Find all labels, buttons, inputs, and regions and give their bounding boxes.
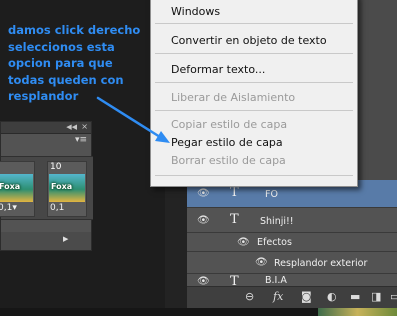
collapse-icon[interactable]: ◀◀ <box>66 123 77 131</box>
tutorial-annotation: damos click derecho seleccionos esta opc… <box>8 22 158 105</box>
animation-frame[interactable]: Foxa 0,1▾ <box>0 161 35 217</box>
eye-icon[interactable]: 👁 <box>255 257 268 268</box>
new-layer-icon[interactable]: ◨ <box>371 290 381 303</box>
frame-thumbnail: Foxa <box>0 174 33 202</box>
menu-separator <box>155 53 353 54</box>
layer-name: Shinji!! <box>260 216 294 227</box>
annotation-line: todas queden con <box>8 72 124 87</box>
panel-menu-icon[interactable]: ▾≡ <box>75 135 87 145</box>
annotation-line: seleccionos esta <box>8 39 115 54</box>
effect-label: Resplandor exterior <box>274 258 368 269</box>
folder-icon[interactable]: ▬ <box>350 290 360 303</box>
status-strip <box>0 308 397 316</box>
layer-effects-row[interactable]: 👁 Efectos <box>187 233 397 252</box>
adjustment-icon[interactable]: ◐ <box>327 290 337 303</box>
close-icon[interactable]: × <box>81 122 88 131</box>
menu-separator <box>155 110 353 111</box>
menu-separator <box>155 23 353 24</box>
menu-item-clear-layer-style: Borrar estilo de capa <box>171 154 286 167</box>
animation-frame[interactable]: 10 Foxa 0,1 <box>47 161 87 217</box>
menu-item-paste-layer-style[interactable]: Pegar estilo de capa <box>171 136 283 149</box>
eye-icon[interactable]: 👁 <box>197 215 210 226</box>
menu-item-warp-text[interactable]: Deformar texto... <box>171 63 265 76</box>
preview-thumbnail <box>318 308 397 316</box>
fx-icon[interactable]: fx <box>273 290 283 303</box>
annotation-line: damos click derecho <box>8 23 141 37</box>
frame-number: 10 <box>50 162 62 172</box>
menu-item-windows[interactable]: Windows <box>171 5 220 18</box>
link-icon[interactable]: ⊖ <box>245 290 254 303</box>
frame-delay[interactable]: 0,1 <box>50 203 64 213</box>
frame-strip: Foxa 0,1▾ 10 Foxa 0,1 <box>0 156 93 220</box>
menu-item-release-isolation: Liberar de Aislamiento <box>171 91 296 104</box>
animation-panel-toolbar: ▾≡ <box>1 134 91 148</box>
eye-icon[interactable]: 👁 <box>237 237 250 248</box>
frame-delay[interactable]: 0,1▾ <box>0 203 17 213</box>
layer-row-shinji[interactable]: 👁 T Shinji!! <box>187 208 397 233</box>
play-icon[interactable]: ▶ <box>63 235 68 243</box>
layers-panel-footer: ⊖ fx ◙ ◐ ▬ ◨ ▭ <box>187 286 397 308</box>
text-layer-icon: T <box>230 212 239 227</box>
animation-panel-footer: ▶ <box>1 232 91 250</box>
animation-panel: ◀◀ × ▾≡ Foxa 0,1▾ 10 Foxa 0,1 ▶ <box>0 121 93 251</box>
menu-item-copy-layer-style: Copiar estilo de capa <box>171 118 288 131</box>
layer-name: FO <box>265 189 278 200</box>
animation-panel-header: ◀◀ × <box>1 122 91 134</box>
effects-label: Efectos <box>257 237 292 248</box>
mask-icon[interactable]: ◙ <box>301 290 312 303</box>
eye-icon[interactable]: 👁 <box>197 188 210 199</box>
layer-name: B.I.A <box>265 275 287 286</box>
text-layer-icon: T <box>230 185 239 200</box>
menu-separator <box>155 82 353 83</box>
layer-effect-outer-glow[interactable]: 👁 Resplandor exterior <box>187 252 397 274</box>
frame-thumbnail: Foxa <box>49 174 85 202</box>
frame-thumbnail-text: Foxa <box>51 182 73 191</box>
annotation-line: opcion para que <box>8 56 113 70</box>
menu-separator <box>155 175 353 176</box>
annotation-line: resplandor <box>8 89 79 103</box>
menu-item-convert-to-text-object[interactable]: Convertir en objeto de texto <box>171 34 327 47</box>
frame-thumbnail-text: Foxa <box>0 182 21 191</box>
context-menu: Windows Convertir en objeto de texto Def… <box>150 0 358 187</box>
trash-icon[interactable]: ▭ <box>390 290 397 303</box>
